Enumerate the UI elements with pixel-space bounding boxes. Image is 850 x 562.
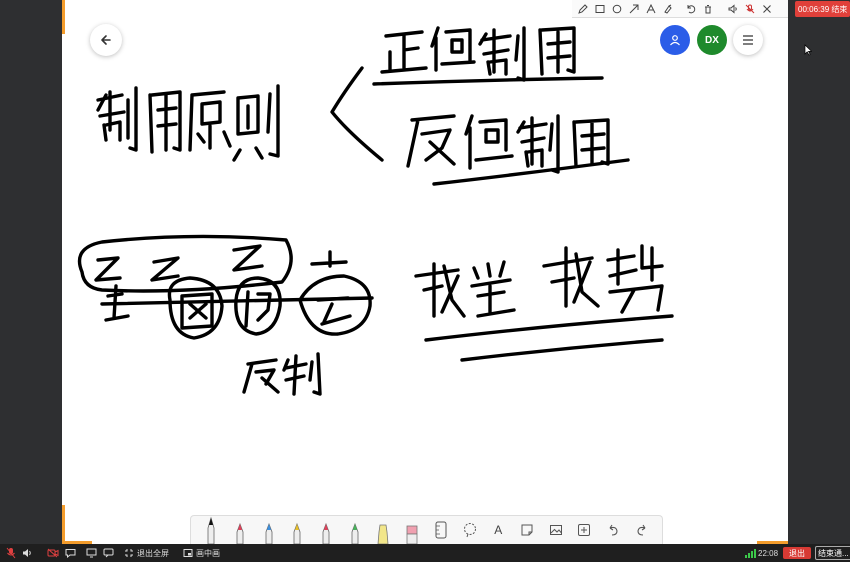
exit-fullscreen-icon [125,549,133,557]
pen-yellow[interactable] [283,516,312,544]
text-tool[interactable]: A [484,516,513,544]
arrow-icon[interactable] [627,2,641,16]
pen-blue-icon [265,522,273,544]
mic-muted-icon [6,547,16,559]
clock-time: 22:08 [758,548,779,558]
add-tool[interactable] [570,516,599,544]
pen-toolbar: A [190,515,663,544]
sticky-note-tool[interactable] [513,516,542,544]
close-icon[interactable] [760,2,774,16]
left-margin [0,0,62,544]
lasso-icon [463,523,476,538]
right-margin [788,0,850,544]
exit-fullscreen-label: 退出全屏 [137,548,169,558]
sticky-note-icon [521,524,533,536]
handwriting-drawing [77,26,674,396]
pen-pink-icon [322,522,330,544]
camera-off-icon [47,548,59,558]
arrow-left-icon [101,35,111,45]
message-icon [103,548,114,558]
handwriting-fanxiang-zhiyong [406,114,630,186]
speaker-status[interactable] [22,544,33,562]
handwriting-zhiyong-yuanze [96,84,280,162]
pen-yellow-icon [294,522,301,544]
exit-fullscreen-button[interactable]: 退出全屏 [124,544,169,562]
avatar-user-2[interactable]: DX [697,25,727,55]
highlighter-icon[interactable] [661,2,675,16]
undo-button[interactable] [599,516,628,544]
ruler-tool[interactable] [427,516,456,544]
image-tool[interactable] [541,516,570,544]
mic-muted-status[interactable] [6,544,16,562]
pen-green[interactable] [340,516,369,544]
speaker-icon[interactable] [726,2,740,16]
text-tool-label: A [494,523,503,537]
session-timer[interactable]: 00:06:39 结束 [795,1,850,17]
pen-black-icon [207,516,215,544]
speaker-icon [23,549,31,557]
handwriting-chengdang-chengshi [414,244,674,362]
marker-yellow[interactable] [369,516,398,544]
hamburger-icon [743,35,753,45]
lasso-tool[interactable] [455,516,484,544]
handwriting-zhengxiang-zhiyong [372,26,604,86]
end-call-button[interactable]: 结束通... [815,546,850,560]
signal-icon [745,549,756,558]
brace-stroke [330,66,384,162]
top-annotation-toolbar [572,0,788,18]
screen: DX 00:06:39 结束 A 退出全屏 画中画 22:08 退出 结束通..… [0,0,850,562]
pen-red[interactable] [226,516,255,544]
pen-blue[interactable] [254,516,283,544]
picture-in-picture-icon [183,549,193,557]
status-bar: 退出全屏 画中画 22:08 退出 结束通... [0,544,850,562]
exit-button[interactable]: 退出 [783,547,811,559]
circle-icon[interactable] [610,2,624,16]
menu-button[interactable] [733,25,763,55]
trash-icon[interactable] [701,2,715,16]
pen-pink[interactable] [312,516,341,544]
plus-box-icon [578,524,591,536]
avatar-user-1[interactable] [660,25,690,55]
back-button[interactable] [90,24,122,56]
share-screen-status[interactable] [86,544,97,562]
rectangle-icon[interactable] [593,2,607,16]
ruler-icon [435,521,447,539]
chat-status[interactable] [65,544,76,562]
pen-green-icon [351,522,359,544]
pen-red-icon [236,522,244,544]
image-icon [549,525,562,535]
undo-icon[interactable] [684,2,698,16]
pen-black[interactable] [197,516,226,544]
redo-icon [637,524,646,536]
redo-button[interactable] [627,516,656,544]
eraser-pink[interactable] [398,516,427,544]
picture-in-picture-button[interactable]: 画中画 [183,544,220,562]
person-icon [670,35,680,46]
avatar-green-label: DX [705,34,719,46]
eraser-icon [406,525,418,544]
mouse-cursor-icon [804,44,812,56]
undo-icon [609,524,618,536]
monitor-icon [86,548,97,558]
picture-in-picture-label: 画中画 [196,548,220,558]
chat-icon [65,549,76,558]
handwriting-zzz-diagram [77,234,374,396]
text-icon[interactable] [644,2,658,16]
mic-muted-icon[interactable] [743,2,757,16]
camera-off-status[interactable] [47,544,59,562]
participants-status[interactable] [103,544,114,562]
marker-yellow-icon [378,524,389,544]
pencil-icon[interactable] [576,2,590,16]
